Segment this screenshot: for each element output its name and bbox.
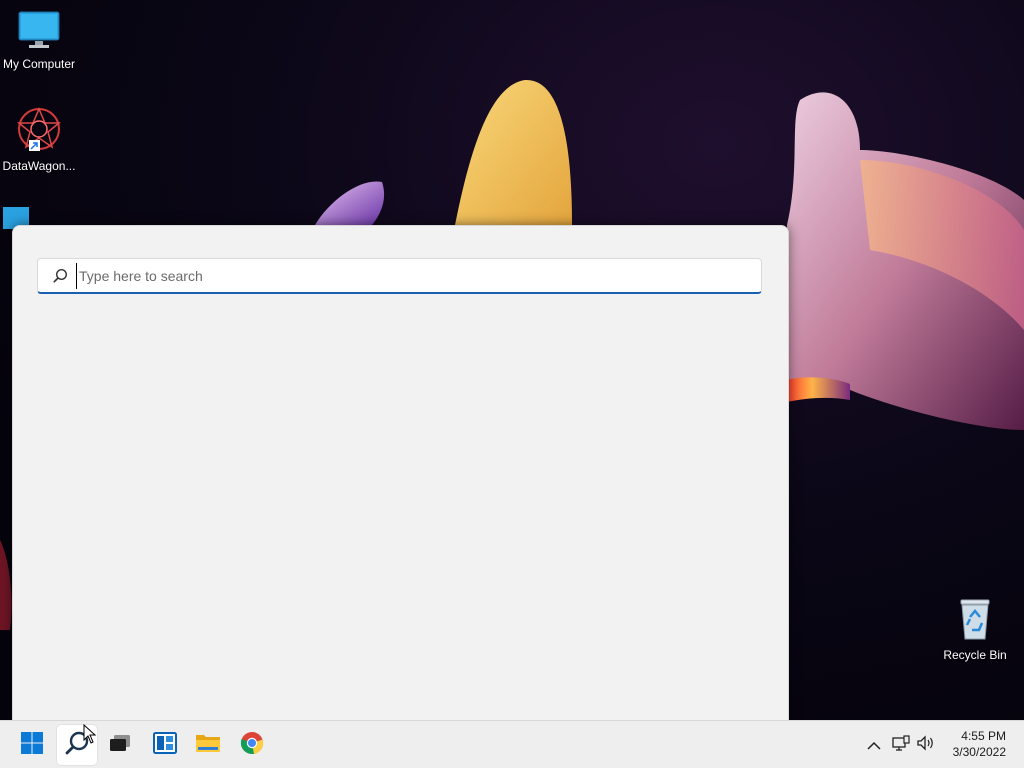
network-icon [892, 735, 910, 755]
search-input[interactable] [76, 263, 741, 289]
mouse-cursor-icon [83, 723, 97, 748]
start-button[interactable] [12, 725, 52, 765]
task-view-icon [108, 732, 132, 758]
windows-logo-icon [20, 731, 44, 759]
monitor-icon [0, 10, 78, 53]
widgets-icon [153, 731, 177, 759]
desktop-icon-label: Recycle Bin [943, 648, 1007, 662]
search-box[interactable] [37, 258, 762, 294]
volume-button[interactable] [916, 735, 936, 755]
desktop-icon-datawagon[interactable]: DataWagon... [0, 106, 78, 173]
recycle-bin-icon [936, 597, 1014, 644]
network-button[interactable] [891, 735, 911, 755]
taskbar: 4:55 PM 3/30/2022 [0, 720, 1024, 768]
task-view-button[interactable] [100, 725, 140, 765]
show-hidden-icons-button[interactable] [864, 735, 884, 755]
chrome-icon [240, 731, 264, 759]
volume-icon [916, 735, 936, 755]
file-explorer-button[interactable] [188, 725, 228, 765]
chevron-up-icon [867, 736, 881, 755]
search-panel [12, 225, 789, 721]
desktop-icon-my-computer[interactable]: My Computer [0, 10, 78, 71]
clock-date: 3/30/2022 [952, 745, 1006, 759]
chrome-button[interactable] [232, 725, 272, 765]
search-icon [52, 268, 68, 288]
datawagon-icon [0, 106, 78, 155]
folder-icon [195, 732, 221, 758]
clock-time: 4:55 PM [961, 729, 1006, 743]
desktop-icon-label: My Computer [2, 57, 76, 71]
desktop-icon-label: DataWagon... [2, 159, 76, 173]
widgets-button[interactable] [145, 725, 185, 765]
desktop-icon-recycle-bin[interactable]: Recycle Bin [936, 597, 1014, 662]
clock[interactable]: 4:55 PM 3/30/2022 [953, 728, 1006, 760]
